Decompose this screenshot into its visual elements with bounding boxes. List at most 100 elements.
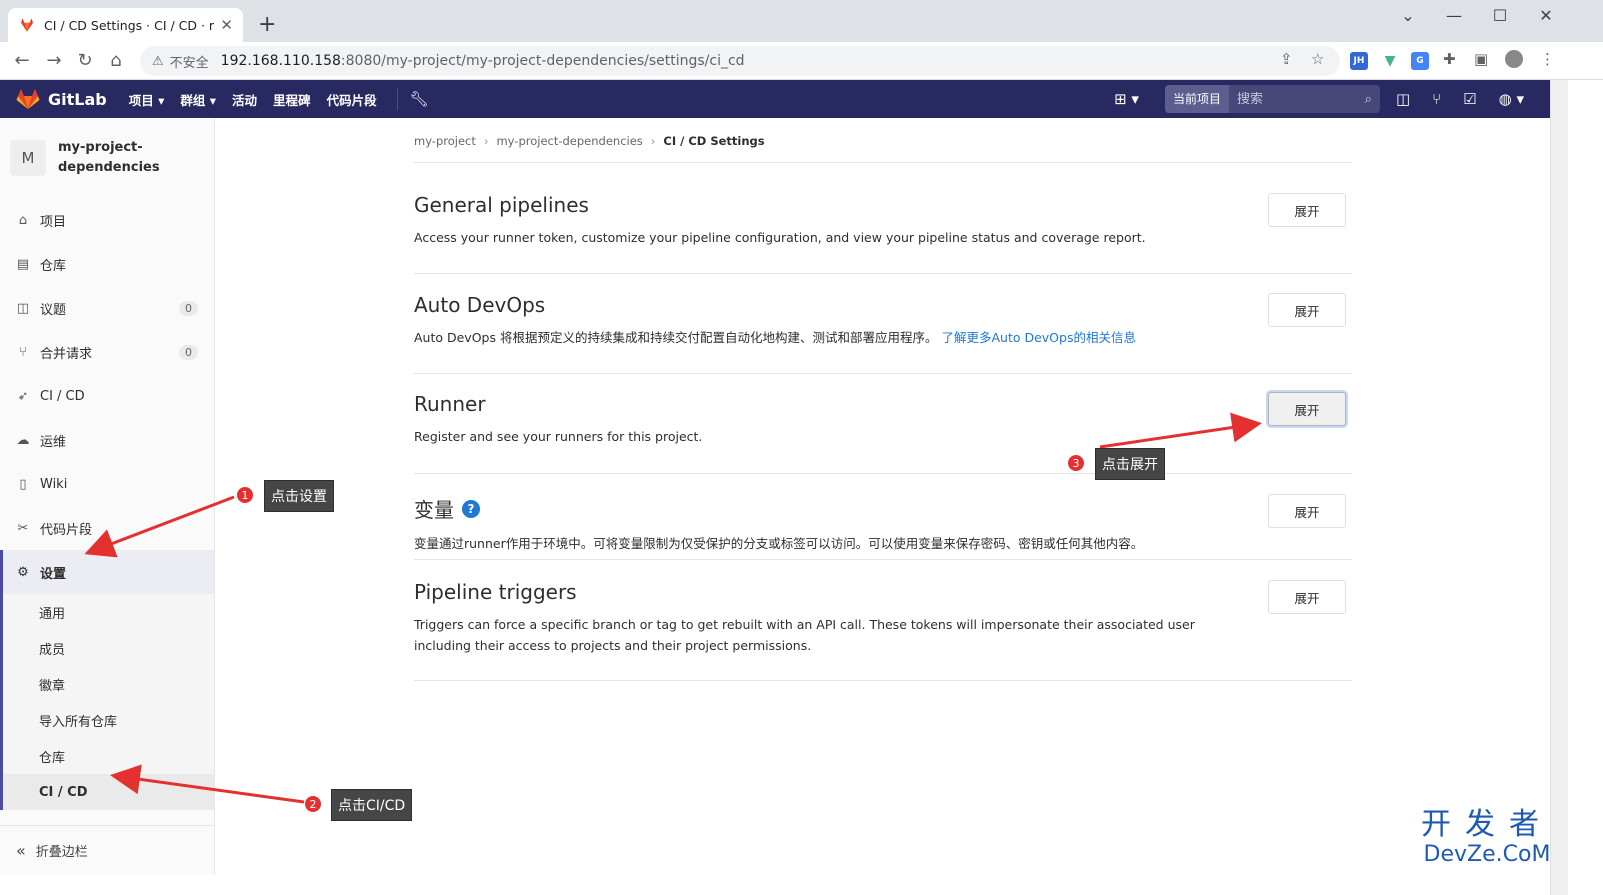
reload-icon[interactable]: ↻	[73, 49, 97, 73]
section-title: Runner	[414, 392, 486, 416]
section-title: 变量	[414, 498, 454, 522]
user-avatar-icon[interactable]: ◍ ▾	[1499, 90, 1524, 108]
gitlab-brand: GitLab	[48, 89, 107, 109]
security-label[interactable]: 不安全	[170, 52, 209, 71]
sidebar-item-issues[interactable]: ◫ 议题 0	[0, 286, 214, 330]
share-icon[interactable]: ⇪	[1280, 50, 1293, 68]
expand-button[interactable]: 展开	[1268, 580, 1346, 614]
sidebar-item-settings[interactable]: ⚙ 设置	[0, 550, 214, 594]
sidebar-item-operations[interactable]: ☁ 运维	[0, 418, 214, 462]
todos-nav-icon[interactable]: ☑	[1463, 90, 1476, 108]
browser-menu-icon[interactable]: ⋮	[1540, 50, 1555, 68]
new-dropdown-plus-icon[interactable]: ⊞ ▾	[1114, 90, 1139, 108]
close-window-icon[interactable]: ✕	[1523, 6, 1569, 25]
collapse-sidebar-button[interactable]: « 折叠边栏	[0, 825, 214, 875]
sidebar-item-repository[interactable]: ▤ 仓库	[0, 242, 214, 286]
annotation-badge-2: 2	[304, 795, 322, 813]
question-help-icon[interactable]: ?	[462, 499, 480, 518]
extension-jh-icon[interactable]: JH	[1350, 52, 1368, 70]
home-icon: ⌂	[18, 212, 28, 228]
sidebar-item-label: 设置	[40, 566, 67, 582]
close-tab-icon[interactable]: ✕	[220, 16, 233, 34]
tab-search-icon[interactable]: ⌄	[1385, 6, 1431, 25]
sidebar-subitem-import-all-repos[interactable]: 导入所有仓库	[3, 702, 214, 738]
nav-groups[interactable]: 群组 ▾	[180, 90, 216, 109]
extensions-puzzle-icon[interactable]: ✚	[1443, 50, 1456, 68]
bookmark-star-icon[interactable]: ☆	[1311, 50, 1324, 68]
browser-tab[interactable]: CI / CD Settings · CI / CD · my- ✕	[8, 8, 243, 42]
sidebar-item-label: 项目	[40, 214, 67, 230]
warning-icon[interactable]: ⚠	[152, 54, 164, 69]
issues-nav-icon[interactable]: ◫	[1396, 90, 1410, 108]
expand-button[interactable]: 展开	[1268, 193, 1346, 227]
expand-button[interactable]: 展开	[1268, 392, 1346, 426]
admin-wrench-icon[interactable]: 🔧︎	[410, 90, 429, 108]
address-bar[interactable]: ⚠ 不安全 192.168.110.158 :8080/my-project/m…	[140, 46, 1340, 76]
browser-toolbar: ← → ↻ ⌂ ⚠ 不安全 192.168.110.158 :8080/my-p…	[0, 42, 1603, 80]
gear-icon: ⚙	[17, 564, 29, 580]
maximize-icon[interactable]: ☐	[1477, 6, 1523, 25]
sidebar-subitem-repository[interactable]: 仓库	[3, 738, 214, 774]
sidebar-subitem-ci-cd[interactable]: CI / CD	[3, 774, 214, 810]
back-icon[interactable]: ←	[10, 49, 34, 73]
url-path: :8080/my-project/my-project-dependencies…	[340, 53, 745, 69]
breadcrumb-item[interactable]: my-project-dependencies	[496, 134, 642, 148]
section-description: Triggers can force a specific branch or …	[414, 617, 1195, 653]
section-description: Auto DevOps 将根据预定义的持续集成和持续交付配置自动化地构建、测试和…	[414, 330, 938, 345]
book-icon: ▯	[19, 476, 27, 492]
url-host: 192.168.110.158	[220, 53, 341, 69]
sidebar-item-merge-requests[interactable]: ⑂ 合并请求 0	[0, 330, 214, 374]
sidebar-project-header[interactable]: M my-project-dependencies	[0, 118, 214, 198]
sidebar-item-label: 运维	[40, 434, 67, 450]
nav-projects[interactable]: 项目 ▾	[129, 90, 165, 109]
nav-snippets[interactable]: 代码片段	[327, 90, 377, 109]
forward-icon[interactable]: →	[42, 49, 66, 73]
home-icon[interactable]: ⌂	[104, 49, 128, 73]
section-variables: 变量? 变量通过runner作用于环境中。可将变量限制为仅受保护的分支或标签可以…	[414, 494, 1352, 560]
project-name: my-project-dependencies	[58, 140, 160, 175]
repo-icon: ▤	[16, 256, 30, 272]
nav-activity[interactable]: 活动	[232, 90, 257, 109]
sidebar-item-ci-cd[interactable]: ➶ CI / CD	[0, 374, 214, 418]
vue-devtools-icon[interactable]: ▼	[1381, 52, 1399, 70]
search-scope[interactable]: 当前项目	[1164, 85, 1229, 113]
gitlab-tanuki-icon	[16, 89, 40, 109]
expand-button[interactable]: 展开	[1268, 293, 1346, 327]
breadcrumb-item[interactable]: my-project	[414, 134, 476, 148]
new-tab-icon[interactable]: +	[258, 12, 276, 37]
section-description: 变量通过runner作用于环境中。可将变量限制为仅受保护的分支或标签可以访问。可…	[414, 536, 1144, 551]
section-description: Register and see your runners for this p…	[414, 429, 703, 444]
watermark-cn: 开发者	[1421, 807, 1553, 842]
search-icon[interactable]: ⌕	[1365, 92, 1372, 107]
section-runner: Runner Register and see your runners for…	[414, 392, 1352, 474]
sidebar-item-label: 代码片段	[40, 522, 93, 538]
chevron-right-icon: ›	[483, 134, 489, 148]
breadcrumb-divider	[414, 162, 1352, 163]
sidebar-item-project[interactable]: ⌂ 项目	[0, 198, 214, 242]
nav-milestones[interactable]: 里程碑	[273, 90, 311, 109]
sidebar-item-label: CI / CD	[40, 388, 85, 404]
sidebar-item-snippets[interactable]: ✂ 代码片段	[0, 506, 214, 550]
profile-avatar-icon[interactable]	[1505, 50, 1523, 68]
project-sidebar: M my-project-dependencies ⌂ 项目 ▤ 仓库 ◫ 议题…	[0, 118, 215, 875]
sidebar-subitem-members[interactable]: 成员	[3, 630, 214, 666]
gitlab-logo[interactable]: GitLab	[16, 88, 107, 110]
merge-requests-nav-icon[interactable]: ⑂	[1432, 90, 1441, 108]
page-scrollbar[interactable]	[1550, 80, 1568, 895]
minimize-icon[interactable]: —	[1431, 6, 1477, 25]
double-chevron-left-icon: «	[16, 841, 26, 860]
watermark-en: DevZe.CoM	[1423, 842, 1551, 867]
sidebar-subitem-general[interactable]: 通用	[3, 594, 214, 630]
expand-button[interactable]: 展开	[1268, 494, 1346, 528]
sidebar-item-wiki[interactable]: ▯ Wiki	[0, 462, 214, 506]
annotation-callout-2: 点击CI/CD	[331, 789, 413, 821]
translate-icon[interactable]: G	[1411, 52, 1429, 70]
search-input[interactable]	[1228, 91, 1349, 107]
section-title: Pipeline triggers	[414, 580, 577, 604]
sidebar-subitem-badges[interactable]: 徽章	[3, 666, 214, 702]
side-panel-icon[interactable]: ▣	[1474, 50, 1488, 68]
search-box: 当前项目 ⌕	[1164, 85, 1380, 113]
sidebar-item-label: 议题	[40, 302, 67, 318]
learn-more-link[interactable]: 了解更多Auto DevOps的相关信息	[941, 330, 1136, 345]
breadcrumb-current[interactable]: CI / CD Settings	[663, 134, 764, 148]
